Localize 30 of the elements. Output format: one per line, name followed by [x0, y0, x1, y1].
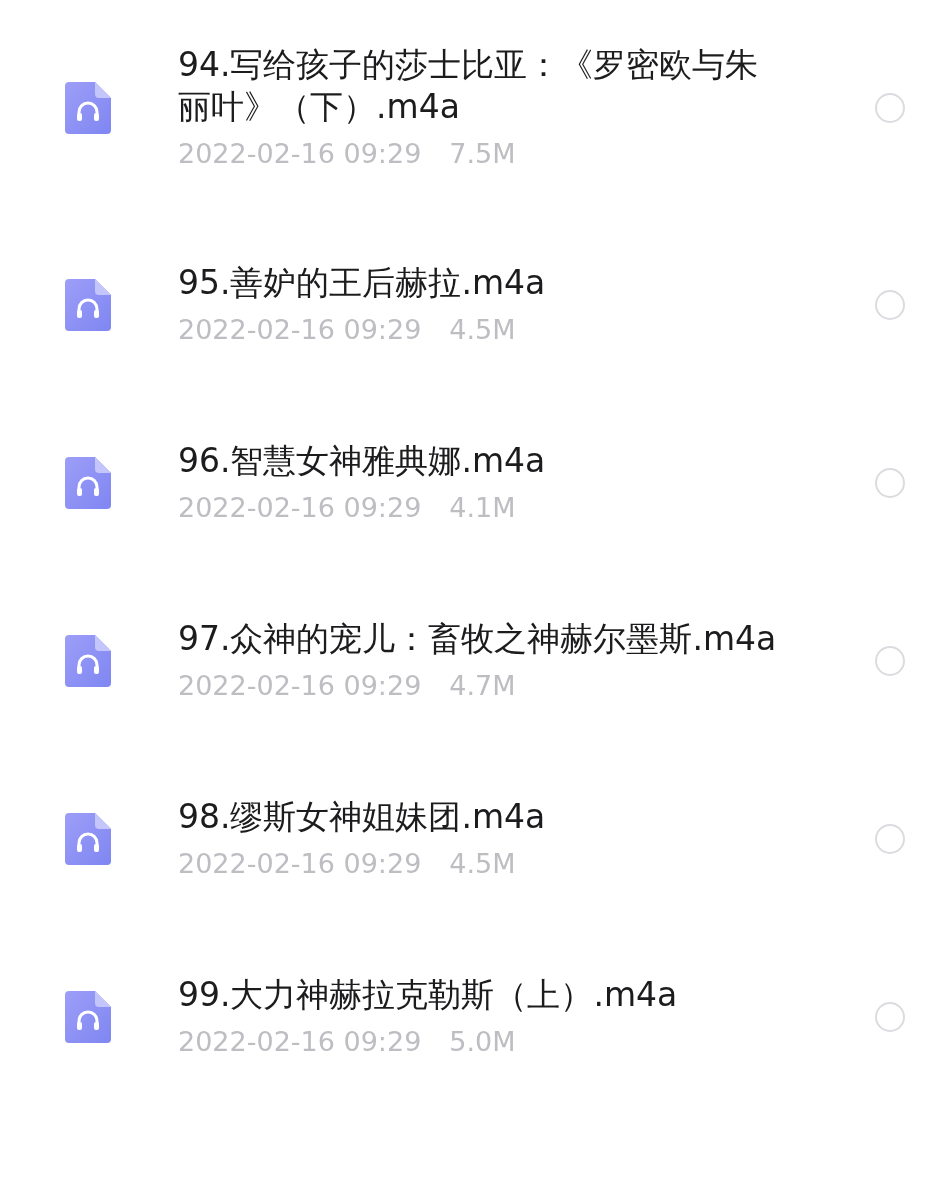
audio-file-icon: [65, 635, 111, 687]
file-date: 2022-02-16 09:29: [178, 491, 422, 525]
audio-file-icon: [65, 457, 111, 509]
audio-file-icon: [65, 82, 111, 134]
file-name: 98.缪斯女神姐妹团.m4a: [178, 796, 547, 838]
select-radio[interactable]: [875, 93, 905, 123]
file-size: 5.0M: [449, 1025, 516, 1059]
file-size: 4.1M: [449, 491, 516, 525]
file-name: 95.善妒的王后赫拉.m4a: [178, 262, 547, 304]
audio-file-icon: [65, 991, 111, 1043]
audio-file-icon: [65, 813, 111, 865]
file-name: 99.大力神赫拉克勒斯（上）.m4a: [178, 974, 679, 1016]
file-size: 7.5M: [449, 137, 516, 171]
file-size: 4.5M: [449, 847, 516, 881]
file-size: 4.5M: [449, 313, 516, 347]
audio-file-icon: [65, 279, 111, 331]
file-date: 2022-02-16 09:29: [178, 313, 422, 347]
select-radio[interactable]: [875, 290, 905, 320]
file-name: 96.智慧女神雅典娜.m4a: [178, 440, 547, 482]
select-radio[interactable]: [875, 646, 905, 676]
select-radio[interactable]: [875, 824, 905, 854]
file-date: 2022-02-16 09:29: [178, 1025, 422, 1059]
select-radio[interactable]: [875, 1002, 905, 1032]
file-size: 4.7M: [449, 669, 516, 703]
select-radio[interactable]: [875, 468, 905, 498]
file-date: 2022-02-16 09:29: [178, 847, 422, 881]
file-name: 94.写给孩子的莎士比亚：《罗密欧与朱丽叶》（下）.m4a: [178, 44, 760, 128]
file-date: 2022-02-16 09:29: [178, 137, 422, 171]
file-date: 2022-02-16 09:29: [178, 669, 422, 703]
file-name: 97.众神的宠儿：畜牧之神赫尔墨斯.m4a: [178, 618, 778, 660]
